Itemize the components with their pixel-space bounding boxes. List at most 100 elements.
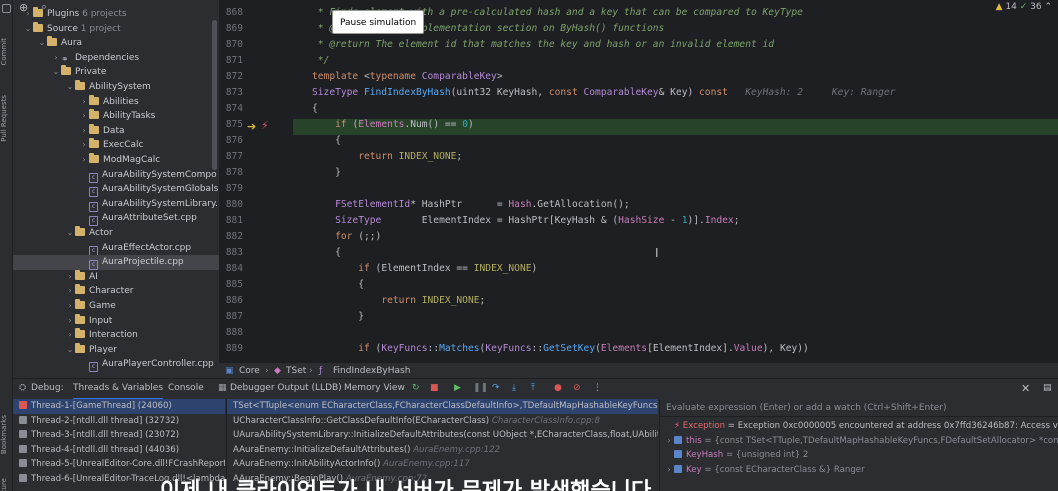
- expand-right-icon[interactable]: ›: [51, 51, 61, 66]
- code-token: ;: [733, 215, 740, 226]
- thread-row[interactable]: Thread-4-[ntdll.dll thread] (44036): [13, 443, 225, 458]
- tree-item-suffix: 6 projects: [79, 9, 127, 19]
- stack-frame-row[interactable]: UCharacterClassInfo::GetClassDefaultInfo…: [227, 414, 658, 429]
- expand-right-icon[interactable]: ›: [65, 299, 75, 314]
- expand-down-icon[interactable]: ⌄: [65, 226, 75, 241]
- code-token: {: [312, 103, 318, 114]
- expand-down-icon[interactable]: ⌄: [23, 22, 33, 37]
- variable-row[interactable]: › Key = {const ECharacterClass &} Ranger: [660, 463, 1058, 478]
- pause-icon[interactable]: ❚❚: [473, 379, 488, 398]
- inspection-widget[interactable]: ▲ 14 ✓ 36 ⌃: [996, 2, 1052, 12]
- expand-down-icon[interactable]: ⌄: [65, 343, 75, 358]
- thread-row[interactable]: Thread-2-[ntdll.dll thread] (32732): [13, 414, 225, 429]
- tree-item[interactable]: › Data: [13, 123, 219, 139]
- variable-row[interactable]: › this = {const TSet<TTuple,TDefaultMapHa…: [660, 434, 1058, 449]
- editor-gutter[interactable]: 868 869 870 871 872 873 874 875 876 877 878 879 880 8…: [219, 0, 293, 362]
- tree-item[interactable]: c AuraEffectActor.cpp: [13, 241, 219, 256]
- layout-icon[interactable]: ▤: [1043, 379, 1052, 398]
- tab-threads-variables[interactable]: Threads & Variables: [73, 379, 164, 400]
- tree-item[interactable]: ⌄ Private: [13, 65, 219, 80]
- expand-right-icon[interactable]: ›: [65, 314, 75, 329]
- variable-row[interactable]: KeyHash = {unsigned int} 2: [660, 448, 1058, 463]
- tab-memory-view[interactable]: Memory View: [344, 379, 405, 398]
- stop-icon[interactable]: ■: [430, 379, 439, 398]
- tree-item[interactable]: › Input: [13, 313, 219, 329]
- thread-row[interactable]: Thread-1-[GameThread] (24060): [13, 399, 225, 414]
- code-token: [ElementIndex].: [647, 343, 734, 354]
- expand-right-icon[interactable]: ›: [65, 328, 75, 343]
- tree-item[interactable]: ⌄ Player: [13, 342, 219, 358]
- rerun-icon[interactable]: ↻: [412, 379, 420, 398]
- tree-item[interactable]: ⌄ Aura: [13, 36, 219, 51]
- tab-console[interactable]: Console: [168, 379, 204, 398]
- tree-item[interactable]: ⌄ Source 1 project: [13, 21, 219, 37]
- step-over-icon[interactable]: ↷: [492, 379, 500, 398]
- expand-right-icon[interactable]: ›: [79, 95, 89, 110]
- stack-frame-row[interactable]: UAuraAbilitySystemLibrary::InitializeDef…: [227, 428, 658, 443]
- breadcrumb-core[interactable]: Core: [239, 363, 260, 379]
- breadcrumb-findindexbyhash[interactable]: FindIndexByHash: [333, 363, 410, 379]
- mute-breakpoints-icon[interactable]: ⊘: [573, 379, 581, 398]
- code-line: if (Elements.Num() == 0): [312, 119, 474, 130]
- code-editor[interactable]: 868 869 870 871 872 873 874 875 876 877 878 879 880 8…: [219, 0, 1058, 362]
- tree-item[interactable]: c AuraPlayerController.cpp: [13, 357, 219, 373]
- expand-down-icon[interactable]: ⌄: [51, 65, 61, 80]
- view-breakpoints-icon[interactable]: ●: [554, 379, 562, 398]
- tree-item[interactable]: › ModMagCalc: [13, 153, 219, 168]
- folder-icon: [89, 153, 99, 163]
- evaluate-expression-input[interactable]: Evaluate expression (Enter) or add a wat…: [660, 399, 1058, 417]
- tree-item[interactable]: › AbilityTasks: [13, 109, 219, 124]
- chevron-up-icon[interactable]: ⌃: [1044, 2, 1052, 12]
- pull-requests-tool-tab[interactable]: Pull Requests: [0, 95, 13, 142]
- thread-row[interactable]: Thread-5-[UnrealEditor-Core.dll!FCrashRe…: [13, 457, 225, 472]
- stack-frame-row[interactable]: AAuraEnemy::InitAbilityActorInfo() AuraE…: [227, 457, 658, 472]
- tree-item[interactable]: c AuraAbilitySystemGlobals: [13, 182, 219, 198]
- more-options-icon[interactable]: ⋮: [593, 379, 602, 398]
- tree-item[interactable]: › Interaction: [13, 328, 219, 343]
- variable-icon: [674, 435, 682, 444]
- tree-item[interactable]: c AuraAttributeSet.cpp: [13, 211, 219, 227]
- tree-item[interactable]: › ⚭ Dependencies: [13, 51, 219, 66]
- tree-item[interactable]: c AuraProjectile.cpp: [13, 255, 219, 271]
- step-into-icon[interactable]: ⤓: [512, 379, 516, 398]
- code-token: HashSize: [618, 215, 665, 226]
- expand-down-icon[interactable]: ⌄: [65, 80, 75, 95]
- stack-frame-row[interactable]: TSet<TTuple<enum ECharacterClass,FCharac…: [227, 399, 658, 414]
- expand-right-icon[interactable]: ›: [23, 7, 33, 22]
- resume-icon[interactable]: ▶: [454, 379, 461, 398]
- variable-icon: [674, 464, 682, 473]
- expand-down-icon[interactable]: ⌄: [37, 36, 47, 51]
- expand-right-icon[interactable]: ›: [79, 109, 89, 124]
- variable-row[interactable]: ⚡ Exception = Exception 0xc0000005 encou…: [660, 419, 1058, 434]
- tree-item[interactable]: › ExecCalc: [13, 138, 219, 153]
- expand-right-icon[interactable]: ›: [79, 153, 89, 168]
- code-token: -: [664, 215, 682, 226]
- tree-item[interactable]: › Character: [13, 284, 219, 299]
- bookmarks-tool-tab[interactable]: Bookmarks: [0, 415, 13, 454]
- expand-right-icon[interactable]: ›: [65, 284, 75, 299]
- step-out-icon[interactable]: ⤒: [531, 379, 535, 398]
- structure-tool-tab[interactable]: Structure: [0, 478, 13, 491]
- expand-right-icon[interactable]: ›: [79, 124, 89, 139]
- tree-item[interactable]: › Game: [13, 299, 219, 314]
- commit-tool-tab[interactable]: Commit: [0, 38, 13, 66]
- expand-right-icon[interactable]: ›: [664, 463, 674, 478]
- expand-right-icon[interactable]: ›: [664, 434, 674, 449]
- tree-item[interactable]: › Abilities: [13, 94, 219, 110]
- tree-item[interactable]: c AuraAbilitySystemLibrary.: [13, 197, 219, 212]
- project-scrollbar[interactable]: [212, 20, 217, 170]
- stack-frame-row[interactable]: AAuraEnemy::InitializeDefaultAttributes(…: [227, 443, 658, 458]
- breadcrumb-tset[interactable]: TSet: [286, 363, 306, 379]
- tree-item[interactable]: › Plugins 6 projects: [13, 7, 219, 22]
- project-tool-icon[interactable]: [2, 4, 11, 13]
- tree-item[interactable]: c AuraAbilitySystemCompo: [13, 168, 219, 183]
- tab-debugger-output[interactable]: Debugger Output (LLDB): [230, 379, 342, 398]
- thread-row[interactable]: Thread-3-[ntdll.dll thread] (23072): [13, 428, 225, 443]
- tree-item[interactable]: › AI: [13, 269, 219, 285]
- breakpoint-icon[interactable]: ⚡: [261, 119, 269, 132]
- tree-item[interactable]: ⌄ Actor: [13, 226, 219, 241]
- close-icon[interactable]: ✕: [1021, 379, 1030, 398]
- expand-right-icon[interactable]: ›: [79, 138, 89, 153]
- expand-right-icon[interactable]: ›: [65, 270, 75, 285]
- tree-item[interactable]: ⌄ AbilitySystem: [13, 80, 219, 95]
